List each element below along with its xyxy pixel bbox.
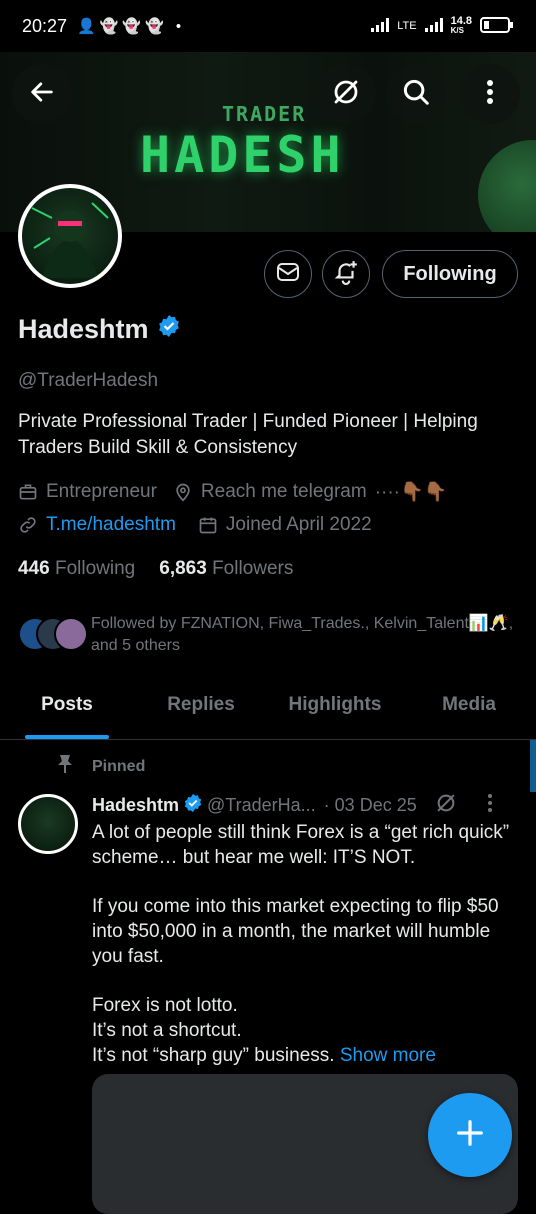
following-button[interactable]: Following	[382, 250, 518, 298]
post-line-3: It’s not “sharp guy” business.	[92, 1045, 335, 1066]
signal-icon-2	[424, 17, 443, 35]
network-type: LTE	[397, 20, 417, 32]
profile-tabs: Posts Replies Highlights Media	[0, 686, 536, 740]
grok-button[interactable]	[316, 64, 376, 124]
post-author-name[interactable]: Hadeshtm	[92, 795, 179, 816]
plus-icon	[455, 1118, 485, 1153]
location-pin-icon	[173, 482, 193, 502]
post-line-1: Forex is not lotto.	[92, 995, 238, 1016]
followers-count-link[interactable]: 6,863 Followers	[159, 558, 293, 580]
following-label: Following	[54, 558, 136, 579]
bell-plus-icon	[333, 259, 359, 290]
avatar-art-icon	[31, 202, 109, 278]
search-button[interactable]	[386, 64, 446, 124]
profile-location: Reach me telegram	[200, 481, 367, 502]
post-grok-icon[interactable]	[435, 792, 457, 819]
followers-count: 6,863	[159, 558, 207, 579]
pinned-label-row: Pinned	[56, 754, 145, 779]
banner-subtitle: TRADER	[222, 102, 307, 126]
banner-dollar-coin	[478, 140, 536, 232]
status-bar: 20:27 👤👻👻👻 • LTE 14.8 K/S	[0, 0, 536, 52]
calendar-icon	[198, 515, 218, 535]
status-time: 20:27	[22, 15, 68, 36]
tab-highlights[interactable]: Highlights	[268, 686, 402, 739]
briefcase-icon	[18, 482, 38, 502]
post-line-2: It’s not a shortcut.	[92, 1020, 242, 1041]
followers-label: Followers	[212, 558, 294, 579]
search-icon	[401, 77, 431, 112]
post-line-3-row: It’s not “sharp guy” business. Show more	[92, 1043, 522, 1068]
followed-by-text: Followed by FZNATION, Fiwa_Trades., Kelv…	[91, 615, 514, 654]
banner-title: HADESH	[140, 126, 345, 184]
tab-media[interactable]: Media	[402, 686, 536, 739]
profile-website-link[interactable]: T.me/hadeshtm	[46, 514, 176, 536]
post-verified-badge-icon	[183, 793, 203, 818]
post-body[interactable]: A lot of people still think Forex is a “…	[92, 820, 522, 1068]
following-count: 446	[18, 558, 50, 579]
more-vertical-icon	[485, 78, 495, 111]
post-header: Hadeshtm @TraderHa... · 03 Dec 25	[92, 792, 493, 819]
post-date: · 03 Dec 25	[323, 795, 417, 815]
speed-unit: K/S	[450, 26, 464, 35]
profile-handle: @TraderHadesh	[18, 370, 159, 391]
tab-posts[interactable]: Posts	[0, 686, 134, 739]
signal-icon	[371, 17, 390, 35]
back-button[interactable]	[12, 64, 72, 124]
link-icon	[18, 515, 38, 535]
profile-category: Entrepreneur	[46, 481, 157, 502]
arrow-left-icon	[28, 78, 56, 111]
post-paragraph-2: If you come into this market expecting t…	[92, 896, 499, 967]
profile-bio: Private Professional Trader | Funded Pio…	[18, 411, 478, 458]
profile-meta-row-1: Entrepreneur Reach me telegram ····👇🏾👇🏾	[18, 480, 447, 504]
more-options-button[interactable]	[460, 64, 520, 124]
battery-icon	[480, 16, 514, 36]
scroll-indicator[interactable]	[530, 740, 536, 792]
message-button[interactable]	[264, 250, 312, 298]
display-name: Hadeshtm	[18, 314, 149, 344]
post-author-avatar[interactable]	[18, 794, 78, 854]
post-author-handle[interactable]: @TraderHa...	[207, 795, 316, 816]
notification-icons: 👤👻👻👻 •	[77, 18, 186, 35]
display-name-row: Hadeshtm	[18, 314, 181, 345]
tab-replies[interactable]: Replies	[134, 686, 268, 739]
post-paragraph-1: A lot of people still think Forex is a “…	[92, 822, 510, 868]
compose-button[interactable]	[428, 1093, 512, 1177]
location-emoji: ····👇🏾👇🏾	[374, 482, 448, 503]
speed-value: 14.8	[450, 15, 472, 27]
notify-button[interactable]	[322, 250, 370, 298]
mail-icon	[276, 261, 300, 288]
follower-avatar-3	[54, 617, 88, 651]
verified-badge-icon[interactable]	[157, 314, 181, 345]
post-more-icon[interactable]	[487, 793, 493, 818]
following-count-link[interactable]: 446 Following	[18, 558, 135, 580]
profile-avatar[interactable]	[18, 184, 122, 288]
profile-meta-row-2: T.me/hadeshtm Joined April 2022	[18, 514, 372, 536]
profile-joined-date: Joined April 2022	[225, 514, 372, 535]
pinned-label: Pinned	[92, 757, 146, 775]
show-more-link[interactable]: Show more	[340, 1045, 436, 1066]
grok-icon	[331, 77, 361, 112]
follow-counts: 446 Following 6,863 Followers	[18, 558, 293, 580]
pin-icon	[56, 754, 74, 779]
